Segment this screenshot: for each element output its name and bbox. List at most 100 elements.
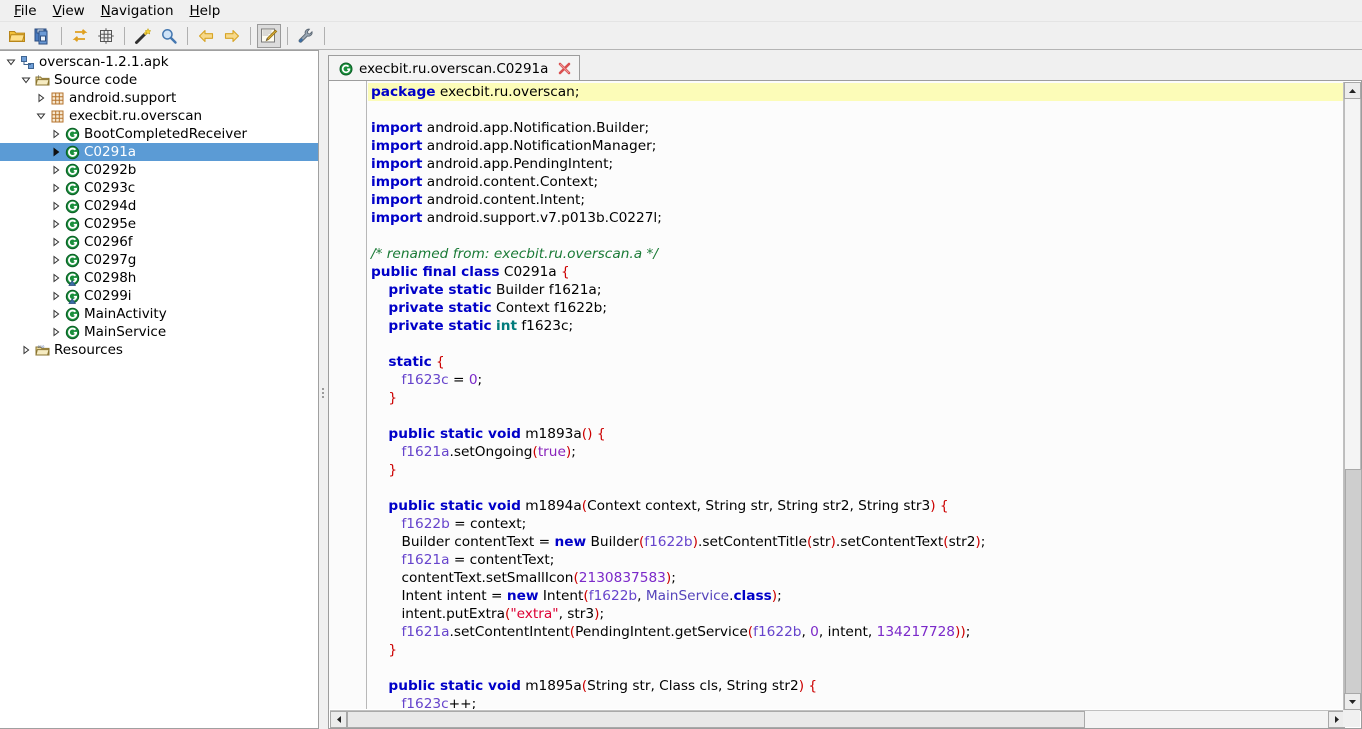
forward-arrow-icon: [223, 27, 241, 45]
tree-item-android-support[interactable]: android.support: [0, 89, 318, 107]
code-token: {: [939, 498, 949, 514]
open-folder-button[interactable]: [5, 24, 29, 48]
code-token: m1895a: [520, 678, 582, 694]
code-line: public final class C0291a {: [368, 263, 1344, 281]
class-icon: [63, 323, 81, 341]
magic-wand-button[interactable]: [131, 24, 155, 48]
menu-navigation[interactable]: Navigation: [93, 1, 182, 21]
menu-help[interactable]: Help: [182, 1, 229, 21]
editor-pane: execbit.ru.overscan.C0291a package execb…: [328, 50, 1362, 729]
search-magnifier-button[interactable]: [157, 24, 181, 48]
chevron-down-icon[interactable]: [4, 53, 18, 71]
editor-tab-label: execbit.ru.overscan.C0291a: [359, 60, 549, 77]
tree-item-execbit-ru-overscan[interactable]: execbit.ru.overscan: [0, 107, 318, 125]
code-token: Builder f1621a;: [491, 282, 602, 298]
chevron-right-icon[interactable]: [49, 251, 63, 269]
tree-item-c0297g[interactable]: C0297g: [0, 251, 318, 269]
tree-item-c0299i[interactable]: C0299i: [0, 287, 318, 305]
back-arrow-button[interactable]: [194, 24, 218, 48]
code-line: f1621a.setOngoing(true);: [368, 443, 1344, 461]
code-token: Builder contentText =: [371, 534, 555, 550]
scroll-left-icon[interactable]: [330, 711, 347, 728]
tree-item-mainactivity[interactable]: MainActivity: [0, 305, 318, 323]
save-all-button[interactable]: [31, 24, 55, 48]
code-line: f1623c++;: [368, 695, 1344, 709]
chevron-right-icon[interactable]: [49, 215, 63, 233]
class-icon: [63, 251, 81, 269]
chevron-right-icon[interactable]: [49, 179, 63, 197]
chevron-right-icon[interactable]: [49, 233, 63, 251]
project-tree-pane[interactable]: overscan-1.2.1.apk J Source code android.su…: [0, 50, 319, 729]
pane-splitter[interactable]: [319, 50, 328, 729]
vertical-scrollbar[interactable]: [1343, 82, 1362, 711]
menu-label-rest: avigation: [110, 2, 174, 19]
code-line: import android.app.NotificationManager;: [368, 137, 1344, 155]
editor-tab-bar: execbit.ru.overscan.C0291a: [328, 53, 1362, 81]
tree-item-c0291a[interactable]: C0291a: [0, 143, 318, 161]
code-token: ;: [777, 588, 782, 604]
horizontal-scrollbar[interactable]: [330, 710, 1345, 728]
menu-bar: File View Navigation Help: [0, 0, 1362, 22]
hscrollbar-thumb[interactable]: [347, 711, 1085, 728]
code-line: f1621a = contentText;: [368, 551, 1344, 569]
tree-item-c0293c[interactable]: C0293c: [0, 179, 318, 197]
code-token: execbit.ru.overscan;: [435, 84, 580, 100]
tree-item-source-code[interactable]: J Source code: [0, 71, 318, 89]
tree-item-c0298h[interactable]: C0298h: [0, 269, 318, 287]
code-token: android.content.Intent;: [422, 192, 586, 208]
close-icon[interactable]: [558, 62, 571, 75]
chevron-right-icon[interactable]: [49, 125, 63, 143]
tree-item-c0295e[interactable]: C0295e: [0, 215, 318, 233]
chevron-down-icon[interactable]: [34, 107, 48, 125]
code-gutter: [329, 81, 367, 709]
editor-tab[interactable]: execbit.ru.overscan.C0291a: [328, 55, 581, 81]
code-token: public static void: [388, 678, 521, 694]
edit-pencil-button[interactable]: [257, 23, 281, 48]
tree-item-c0292b[interactable]: C0292b: [0, 161, 318, 179]
menu-view[interactable]: View: [45, 1, 93, 21]
chevron-right-icon[interactable]: [49, 323, 63, 341]
code-token: f1622b: [401, 516, 450, 532]
code-token: 134217728: [876, 624, 955, 640]
grid-button[interactable]: [94, 24, 118, 48]
chevron-right-icon[interactable]: [49, 161, 63, 179]
wrench-button[interactable]: [294, 24, 318, 48]
code-token: 0: [810, 624, 819, 640]
chevron-right-icon[interactable]: [49, 269, 63, 287]
tree-item-c0294d[interactable]: C0294d: [0, 197, 318, 215]
chevron-right-icon[interactable]: [49, 143, 63, 161]
chevron-down-icon[interactable]: [19, 71, 33, 89]
sort-arrows-button[interactable]: [68, 24, 92, 48]
class-icon: [63, 215, 81, 233]
menu-label-rest: iew: [61, 2, 85, 19]
class-icon: [63, 161, 81, 179]
chevron-right-icon[interactable]: [49, 305, 63, 323]
tree-item-c0296f[interactable]: C0296f: [0, 233, 318, 251]
vscrollbar-thumb[interactable]: [1345, 469, 1362, 711]
forward-arrow-button[interactable]: [220, 24, 244, 48]
tree-item-mainservice[interactable]: MainService: [0, 323, 318, 341]
scroll-down-icon[interactable]: [1344, 693, 1361, 710]
chevron-right-icon[interactable]: [34, 89, 48, 107]
code-token: android.content.Context;: [422, 174, 599, 190]
code-scroll-area[interactable]: package execbit.ru.overscan; import andr…: [329, 81, 1344, 709]
chevron-right-icon[interactable]: [49, 197, 63, 215]
hscrollbar-track[interactable]: [347, 711, 1328, 728]
menu-file[interactable]: File: [6, 1, 45, 21]
tree-item-label: C0293c: [84, 180, 136, 196]
code-token: f1621a: [401, 444, 450, 460]
code-token: intent.putExtra: [371, 606, 505, 622]
chevron-right-icon[interactable]: [49, 287, 63, 305]
scroll-up-icon[interactable]: [1344, 82, 1361, 99]
tree-item-overscan-1-2-1-apk[interactable]: overscan-1.2.1.apk: [0, 53, 318, 71]
vscrollbar-track[interactable]: [1344, 99, 1362, 711]
code-token: =: [448, 372, 469, 388]
tree-item-bootcompletedreceiver[interactable]: BootCompletedReceiver: [0, 125, 318, 143]
code-text[interactable]: package execbit.ru.overscan; import andr…: [368, 81, 1344, 709]
tree-item-resources[interactable]: 010 Resources: [0, 341, 318, 359]
chevron-right-icon[interactable]: [19, 341, 33, 359]
toolbar-separator: [124, 26, 125, 45]
code-token: ++;: [448, 696, 477, 709]
